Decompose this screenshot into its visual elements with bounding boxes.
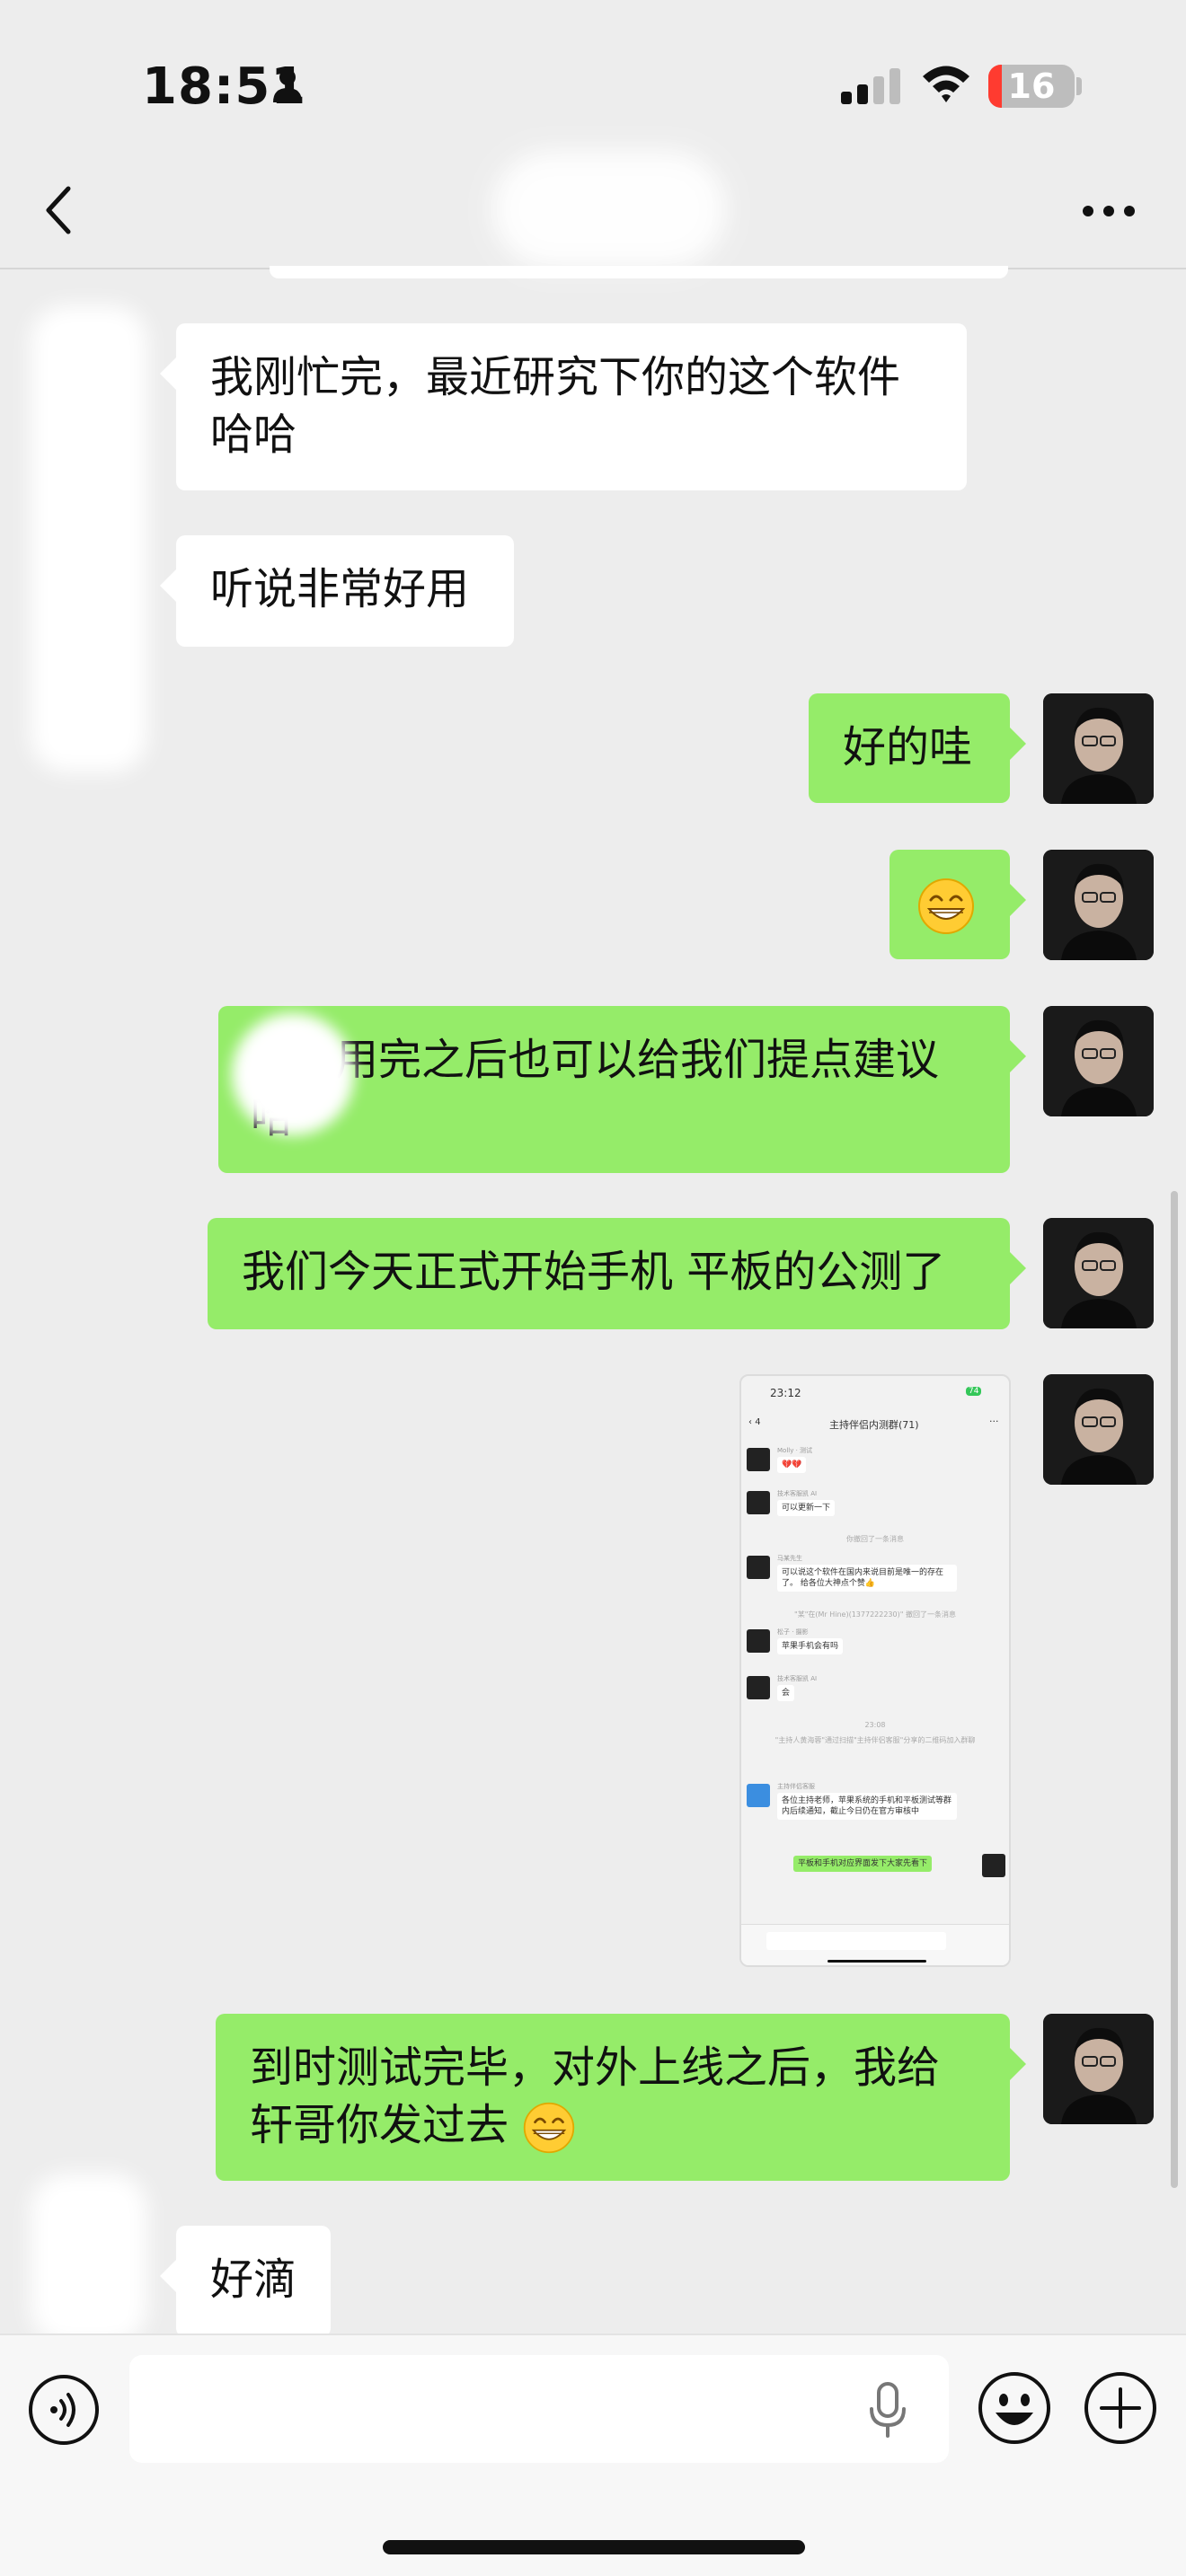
shot-avatar — [982, 1854, 1005, 1877]
message-bubble-incoming[interactable]: 好滴 — [160, 2226, 331, 2337]
shot-system: 23:08 — [864, 1721, 886, 1729]
shot-input — [766, 1932, 946, 1950]
shot-sender: Molly · 测试 — [777, 1447, 813, 1454]
more-icon[interactable] — [1082, 205, 1136, 217]
shot-sender: 松子 · 摄影 — [777, 1628, 809, 1636]
shot-bubble-outgoing: 平板和手机对应界面发下大家先看下 — [793, 1856, 933, 1872]
message-bubble-incoming[interactable]: 听说非常好用 — [160, 535, 514, 647]
shot-avatar — [747, 1491, 770, 1514]
shot-bubble: 💔💔 — [777, 1457, 807, 1473]
message-bubble-incoming[interactable]: 我刚忙完，最近研究下你的这个软件 哈哈 — [160, 323, 967, 490]
cellular-signal-icon — [841, 68, 900, 104]
shot-bubble: 会 — [777, 1685, 795, 1701]
avatar[interactable] — [1043, 850, 1154, 960]
shot-bubble: 各位主持老师，苹果系统的手机和平板测试等群内后续通知，截止今日仍在官方审核中 — [777, 1793, 957, 1820]
avatar-portrait — [1043, 850, 1154, 960]
battery-cap — [1076, 77, 1082, 95]
person-icon — [273, 69, 302, 102]
voice-input-button[interactable] — [27, 2373, 101, 2447]
chat-title-redacted — [492, 151, 726, 268]
shot-sender: 技术客服凯 AI — [777, 1675, 818, 1682]
avatar-portrait — [1043, 2014, 1154, 2124]
avatar-portrait — [1043, 1374, 1154, 1485]
shot-sender: 技术客服凯 AI — [777, 1490, 818, 1497]
avatar[interactable] — [1043, 2014, 1154, 2124]
message-bubble-outgoing[interactable]: 到时测试完毕，对外上线之后，我给 轩哥你发过去 — [216, 2014, 1026, 2181]
shot-bubble: 可以说这个软件在国内来说目前是唯一的存在了。 给各位大神点个赞👍 — [777, 1565, 957, 1592]
message-input[interactable] — [129, 2355, 949, 2463]
shot-back: ‹ 4 — [748, 1417, 761, 1427]
shot-home-indicator — [828, 1960, 926, 1963]
grinning-face-emoji — [918, 878, 974, 934]
shot-bubble: 可以更新一下 — [777, 1500, 836, 1516]
message-text-line: 轩哥你发过去 — [250, 2100, 509, 2150]
shot-bubble: 苹果手机会有吗 — [777, 1638, 844, 1654]
shot-system: "主持人黄海蓉"通过扫描"主持伴侣客服"分享的二维码加入群聊 — [774, 1736, 976, 1744]
message-text: 好滴 — [210, 2254, 297, 2305]
message-text-line: 用完之后也可以给我们提点建议 — [335, 1035, 940, 1085]
message-bubble-outgoing[interactable] — [890, 850, 1026, 959]
shot-system: "某"在(Mr Hine)(1377222230)" 撤回了一条消息 — [794, 1610, 956, 1619]
shot-system: 你撤回了一条消息 — [846, 1535, 904, 1543]
battery-percentage: 16 — [1007, 66, 1056, 106]
shot-avatar — [747, 1784, 770, 1807]
redaction-blur — [232, 1013, 354, 1135]
shot-avatar — [747, 1448, 770, 1471]
battery-indicator: 16 — [988, 65, 1075, 108]
avatar[interactable] — [1043, 1218, 1154, 1328]
shot-avatar — [747, 1676, 770, 1699]
shot-title: 主持伴侣内测群(71) — [829, 1419, 919, 1431]
image-message-screenshot[interactable]: 23:12 74 ‹ 4 主持伴侣内测群(71) ··· Molly · 测试 … — [739, 1374, 1011, 1967]
message-text-line: 到时测试完毕，对外上线之后，我给 — [250, 2042, 941, 2093]
avatar[interactable] — [1043, 1374, 1154, 1485]
microphone-icon[interactable] — [868, 2382, 907, 2438]
avatar[interactable] — [1043, 1006, 1154, 1116]
shot-avatar — [747, 1629, 770, 1653]
emoji-button[interactable] — [976, 2369, 1053, 2447]
shot-more-icon: ··· — [989, 1416, 999, 1427]
avatar-portrait — [1043, 1006, 1154, 1116]
shot-sender: 马某先生 — [777, 1555, 802, 1562]
shot-time: 23:12 — [770, 1387, 801, 1399]
shot-battery: 74 — [966, 1387, 982, 1396]
message-text: 好的哇 — [843, 722, 973, 772]
wifi-icon — [923, 66, 969, 102]
shot-back-count: 4 — [755, 1417, 761, 1427]
previous-message-edge — [270, 266, 1008, 278]
avatar-redacted — [31, 305, 147, 772]
avatar-portrait — [1043, 1218, 1154, 1328]
shot-avatar — [747, 1556, 770, 1579]
grinning-face-emoji — [524, 2102, 575, 2154]
message-bubble-outgoing[interactable]: 好的哇 — [809, 693, 1026, 803]
plus-button[interactable] — [1082, 2369, 1159, 2447]
message-text: 我们今天正式开始手机 平板的公测了 — [242, 1247, 946, 1297]
avatar[interactable] — [1043, 693, 1154, 804]
avatar-portrait — [1043, 693, 1154, 804]
shot-sender: 主持伴侣客服 — [777, 1783, 815, 1790]
message-text: 听说非常好用 — [210, 564, 470, 614]
message-bubble-outgoing[interactable]: 我们今天正式开始手机 平板的公测了 — [208, 1218, 1026, 1329]
avatar-redacted — [31, 2174, 147, 2344]
message-text-line: 哈哈 — [210, 410, 297, 460]
back-icon[interactable] — [41, 183, 77, 237]
home-indicator — [383, 2540, 805, 2554]
message-text-line: 哈 — [251, 1089, 976, 1146]
message-text-line: 我刚忙完，最近研究下你的这个软件 — [210, 352, 901, 402]
scrollbar[interactable] — [1171, 1191, 1178, 2188]
